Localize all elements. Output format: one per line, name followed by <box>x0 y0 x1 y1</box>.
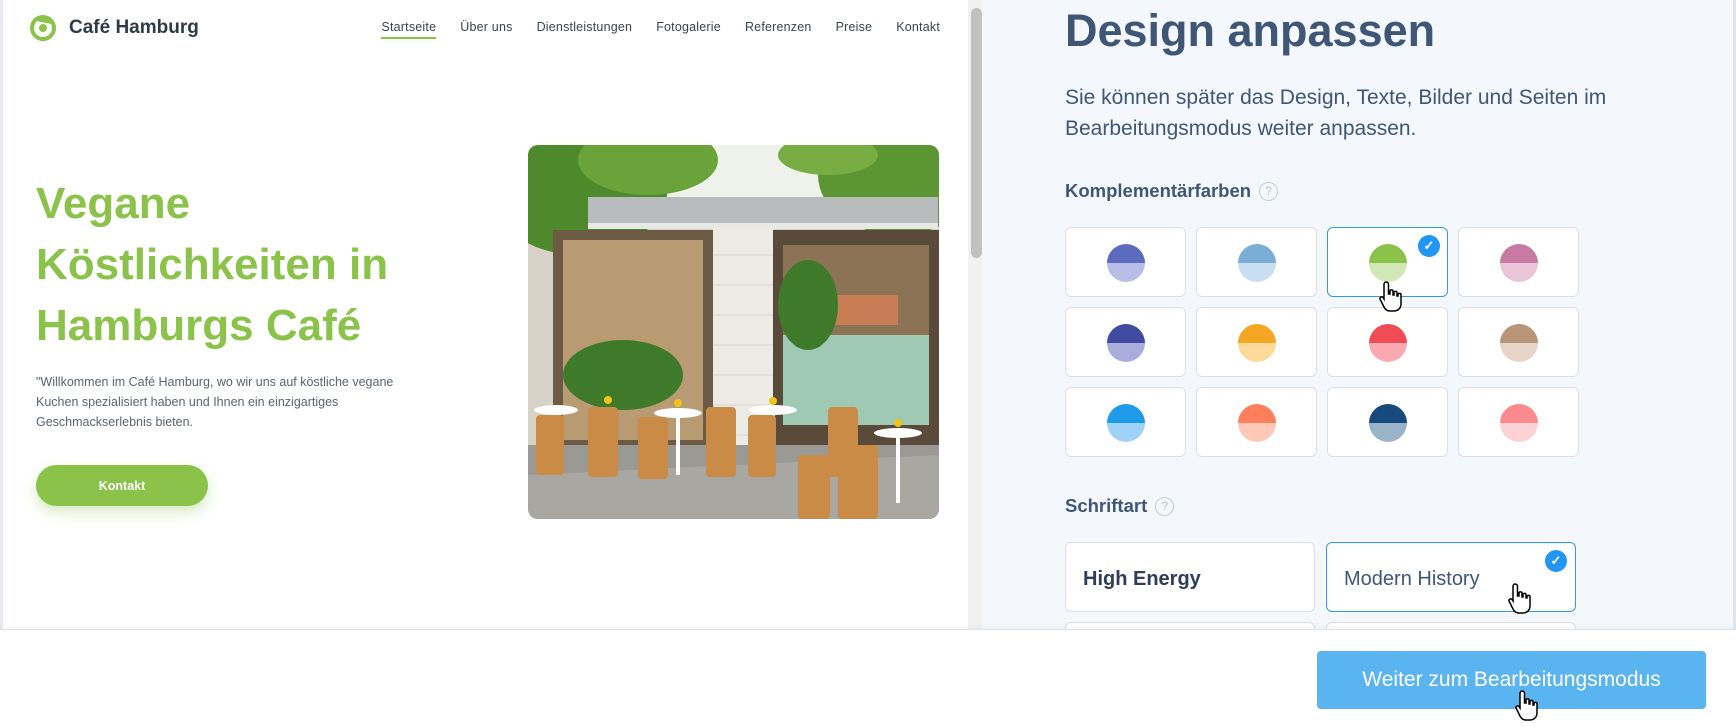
settings-title: Design anpassen <box>1065 5 1436 56</box>
color-option-9[interactable] <box>1065 387 1186 457</box>
design-settings-panel: Design anpassen Sie können später das De… <box>982 0 1736 633</box>
website-preview: Café Hamburg Startseite Über uns Dienstl… <box>0 0 982 633</box>
font-option-modern-history[interactable]: Modern History ✓ <box>1326 542 1576 612</box>
site-nav: Startseite Über uns Dienstleistungen Fot… <box>381 20 940 39</box>
nav-dienstleistungen[interactable]: Dienstleistungen <box>537 20 633 39</box>
kontakt-button[interactable]: Kontakt <box>36 465 208 506</box>
color-option-10[interactable] <box>1196 387 1317 457</box>
color-option-4[interactable] <box>1458 227 1579 297</box>
color-swatch <box>1500 324 1538 362</box>
hero-title: Vegane Köstlichkeiten in Hamburgs Café <box>36 179 389 350</box>
nav-fotogalerie[interactable]: Fotogalerie <box>656 20 721 39</box>
font-option-label: Modern History <box>1344 568 1480 590</box>
color-option-1[interactable] <box>1065 227 1186 297</box>
color-swatch <box>1500 404 1538 442</box>
color-option-6[interactable] <box>1196 307 1317 377</box>
nav-kontakt[interactable]: Kontakt <box>896 20 940 39</box>
color-swatch <box>1369 244 1407 282</box>
site-header: Café Hamburg Startseite Über uns Dienstl… <box>3 0 968 58</box>
color-swatch <box>1238 244 1276 282</box>
color-option-11[interactable] <box>1327 387 1448 457</box>
leaf-logo-icon <box>30 15 56 41</box>
color-swatch <box>1369 324 1407 362</box>
color-option-8[interactable] <box>1458 307 1579 377</box>
font-options-grid: High Energy Modern History ✓ <box>1065 542 1576 633</box>
font-option-high-energy[interactable]: High Energy <box>1065 542 1315 612</box>
preview-scrollbar-thumb[interactable] <box>971 8 982 258</box>
color-swatch <box>1107 404 1145 442</box>
color-swatch <box>1107 324 1145 362</box>
colors-section-label: Komplementärfarben ? <box>1065 180 1279 202</box>
color-option-7[interactable] <box>1327 307 1448 377</box>
colors-label-text: Komplementärfarben <box>1065 180 1252 201</box>
hand-cursor-icon <box>1379 281 1402 312</box>
check-icon: ✓ <box>1545 550 1567 572</box>
site-name[interactable]: Café Hamburg <box>69 17 199 39</box>
color-option-5[interactable] <box>1065 307 1186 377</box>
continue-to-edit-mode-button[interactable]: Weiter zum Bearbeitungsmodus <box>1317 651 1706 709</box>
check-icon: ✓ <box>1418 235 1440 257</box>
color-option-2[interactable] <box>1196 227 1317 297</box>
color-swatch <box>1107 244 1145 282</box>
font-label-text: Schriftart <box>1065 495 1148 516</box>
cafe-storefront-photo <box>528 145 939 519</box>
color-swatch <box>1238 404 1276 442</box>
nav-startseite[interactable]: Startseite <box>381 20 437 39</box>
color-swatch <box>1500 244 1538 282</box>
font-option-label: High Energy <box>1083 568 1201 590</box>
settings-subtitle: Sie können später das Design, Texte, Bil… <box>1065 86 1607 140</box>
color-options-grid: ✓ <box>1065 227 1579 457</box>
nav-referenzen[interactable]: Referenzen <box>745 20 812 39</box>
color-option-12[interactable] <box>1458 387 1579 457</box>
color-swatch <box>1369 404 1407 442</box>
bottom-action-bar: Weiter zum Bearbeitungsmodus <box>0 629 1736 727</box>
colors-help-icon[interactable]: ? <box>1259 181 1279 201</box>
nav-preise[interactable]: Preise <box>836 20 873 39</box>
color-swatch <box>1238 324 1276 362</box>
app-window: Café Hamburg Startseite Über uns Dienstl… <box>0 0 1736 727</box>
hand-cursor-icon <box>1508 583 1531 614</box>
font-section-label: Schriftart ? <box>1065 495 1175 517</box>
nav-ueber-uns[interactable]: Über uns <box>460 20 512 39</box>
hand-cursor-icon <box>1515 690 1538 721</box>
hero-text: "Willkommen im Café Hamburg, wo wir uns … <box>36 375 394 429</box>
font-help-icon[interactable]: ? <box>1155 496 1175 516</box>
preview-scrollbar[interactable] <box>968 0 982 633</box>
